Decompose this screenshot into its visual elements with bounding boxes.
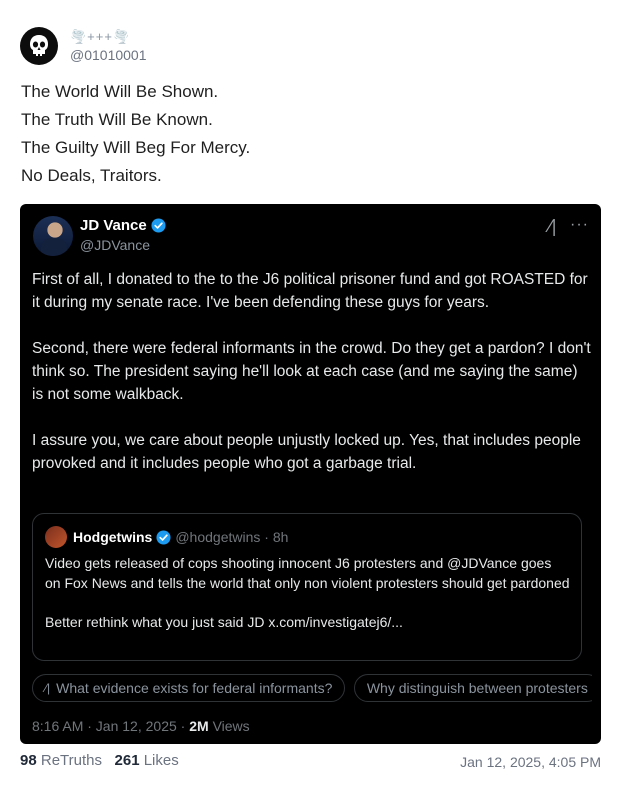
grok-icon: ⁄| bbox=[45, 681, 51, 695]
verified-icon bbox=[156, 529, 171, 545]
embed-author-avatar bbox=[33, 216, 73, 256]
likes-label[interactable]: Likes bbox=[144, 752, 179, 769]
post-line: The Guilty Will Beg For Mercy. bbox=[21, 138, 251, 157]
quote-body: Video gets released of cops shooting inn… bbox=[45, 554, 570, 652]
suggestion-chips: ⁄| What evidence exists for federal info… bbox=[32, 674, 592, 704]
post-line: The Truth Will Be Known. bbox=[21, 110, 213, 129]
embed-footer: 8:16 AM · Jan 12, 2025 · 2M Views bbox=[32, 718, 250, 734]
embed-timestamp: 8:16 AM · Jan 12, 2025 · bbox=[32, 718, 190, 734]
quote-meta: @hodgetwins · 8h bbox=[175, 529, 289, 545]
quote-header: Hodgetwins @hodgetwins · 8h bbox=[45, 526, 288, 548]
post-text: The World Will Be Shown. The Truth Will … bbox=[21, 78, 250, 190]
post-footer: 98 ReTruths 261 Likes Jan 12, 2025, 4:05… bbox=[20, 752, 601, 774]
post-date[interactable]: Jan 12, 2025, 4:05 PM bbox=[460, 754, 601, 770]
display-name[interactable]: 🌪️+++🌪️ bbox=[70, 29, 147, 45]
embed-paragraph: Second, there were federal informants in… bbox=[32, 340, 591, 403]
more-icon: ··· bbox=[570, 216, 589, 233]
embed-author-handle: @JDVance bbox=[80, 237, 150, 253]
quoted-tweet: Hodgetwins @hodgetwins · 8h Video gets r… bbox=[32, 513, 582, 661]
suggestion-chip: ⁄| What evidence exists for federal info… bbox=[32, 674, 346, 702]
quote-paragraph: Better rethink what you just said JD x.c… bbox=[45, 613, 403, 630]
embed-paragraph: First of all, I donated to the to the J6… bbox=[32, 271, 588, 311]
post-line: The World Will Be Shown. bbox=[21, 82, 219, 101]
grok-icon: ⁄| bbox=[548, 217, 557, 237]
avatar[interactable] bbox=[20, 27, 58, 65]
verified-icon bbox=[151, 218, 166, 233]
embed-author-name: JD Vance bbox=[80, 217, 166, 234]
embed-paragraph: I assure you, we care about people unjus… bbox=[32, 432, 581, 472]
retruths-label[interactable]: ReTruths bbox=[41, 752, 102, 769]
quote-author-name: Hodgetwins bbox=[73, 529, 153, 545]
quote-paragraph: Video gets released of cops shooting inn… bbox=[45, 555, 570, 591]
embed-body: First of all, I donated to the to the J6… bbox=[32, 268, 592, 498]
retruths-count[interactable]: 98 bbox=[20, 752, 37, 769]
post-header: 🌪️+++🌪️ @01010001 bbox=[20, 24, 147, 68]
suggestion-chip: Why distinguish between protesters bbox=[353, 674, 592, 702]
views-count: 2M bbox=[189, 718, 209, 734]
post-line: No Deals, Traitors. bbox=[21, 166, 162, 185]
user-handle[interactable]: @01010001 bbox=[70, 47, 147, 63]
likes-count[interactable]: 261 bbox=[115, 752, 140, 769]
quote-author-avatar bbox=[45, 526, 67, 548]
post-stats: 98 ReTruths 261 Likes bbox=[20, 752, 179, 769]
views-label: Views bbox=[212, 718, 250, 734]
skull-icon bbox=[30, 35, 48, 56]
embedded-tweet-image[interactable]: JD Vance @JDVance ⁄| ··· First of all, I… bbox=[20, 204, 601, 744]
